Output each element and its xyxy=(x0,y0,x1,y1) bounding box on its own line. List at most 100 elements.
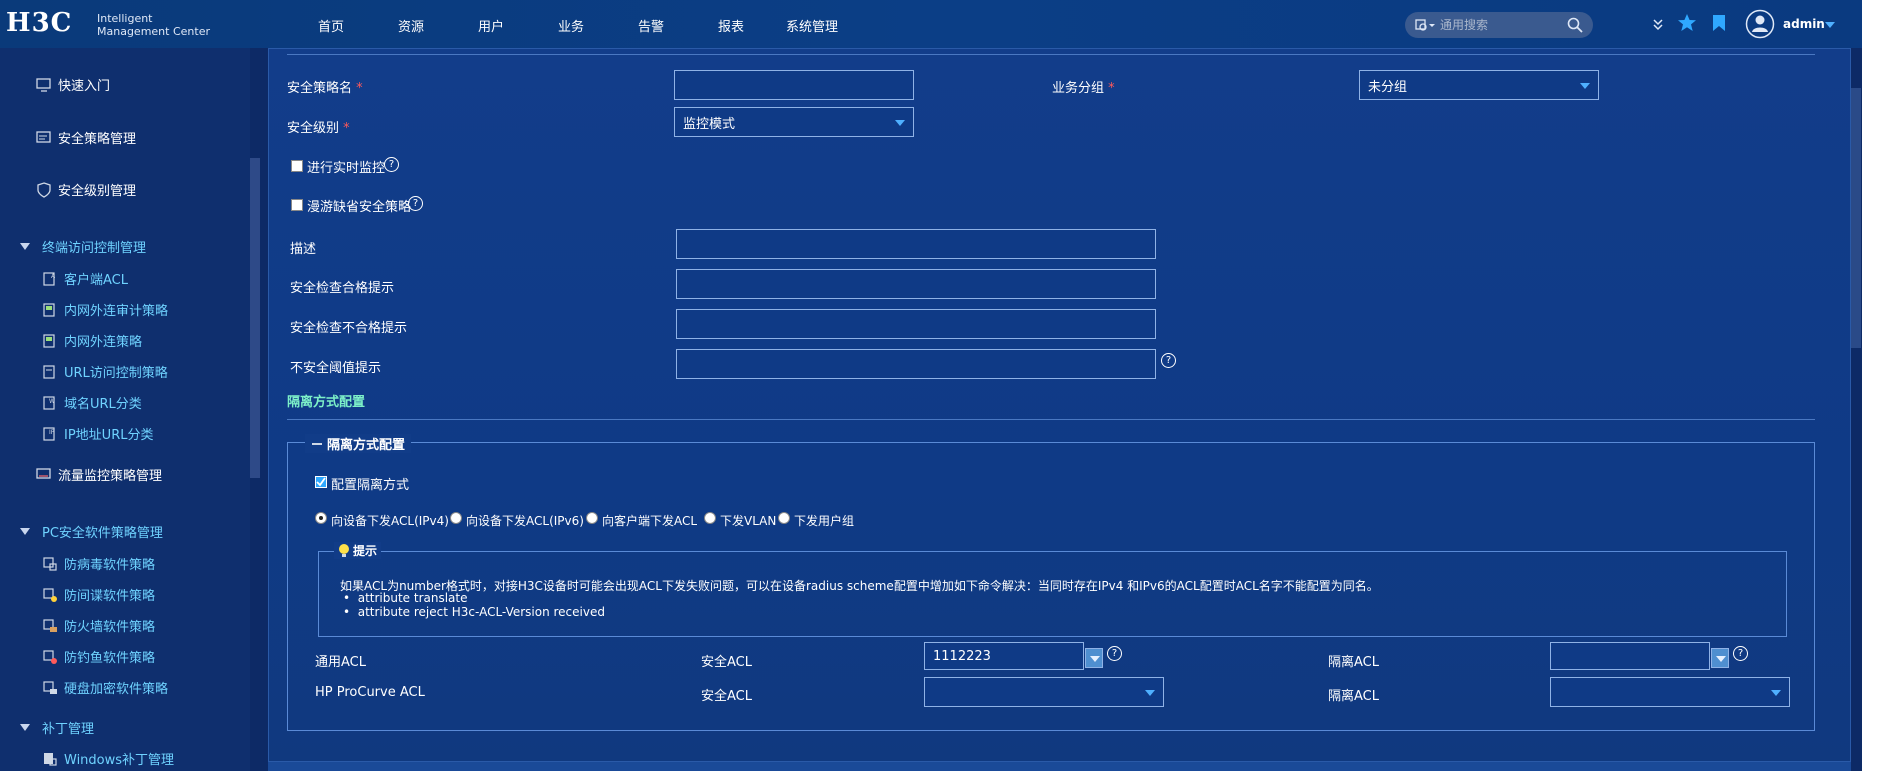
sidebar-item-label: 防火墙软件策略 xyxy=(64,620,156,635)
radio-client-acl[interactable] xyxy=(586,512,598,524)
collapse-down-icon[interactable] xyxy=(1652,18,1664,32)
sidebar-item-client-acl[interactable]: A 客户端ACL xyxy=(42,269,128,288)
required-mark: * xyxy=(1108,81,1115,96)
tip-title: 提示 xyxy=(353,544,378,558)
sidebar-section-pc[interactable]: PC安全软件策略管理 xyxy=(20,522,163,541)
level-select[interactable]: 监控模式 xyxy=(674,107,914,137)
fail-tip-input[interactable] xyxy=(676,309,1156,339)
user-menu-chevron-down-icon[interactable] xyxy=(1825,22,1835,29)
sidebar-item-domain-url[interactable]: W 域名URL分类 xyxy=(42,393,142,412)
threshold-input[interactable] xyxy=(676,349,1156,379)
level-label-text: 安全级别 xyxy=(287,121,340,136)
sidebar-item-quick-start[interactable]: 快速入门 xyxy=(36,75,110,94)
threshold-label: 不安全阈值提示 xyxy=(290,361,382,376)
favorite-star-icon[interactable] xyxy=(1677,13,1697,33)
tip-text: 如果ACL为number格式时，对接H3C设备时可能会出现ACL下发失败问题，可… xyxy=(340,579,1379,593)
avatar-icon[interactable] xyxy=(1745,9,1775,39)
level-label: 安全级别 * xyxy=(287,117,350,136)
user-name[interactable]: admin xyxy=(1783,17,1825,31)
group-select[interactable]: 未分组 xyxy=(1359,70,1599,100)
check-icon xyxy=(316,477,326,487)
help-icon[interactable]: ? xyxy=(1733,646,1748,661)
nav-home[interactable]: 首页 xyxy=(318,16,348,35)
sidebar-item-antivirus[interactable]: 防病毒软件策略 xyxy=(42,554,155,573)
sidebar-item-antiphishing[interactable]: 防钓鱼软件策略 xyxy=(42,647,155,666)
sidebar-section-label: 终端访问控制管理 xyxy=(42,241,147,256)
sidebar-item-intranet-policy[interactable]: 内网外连策略 xyxy=(42,331,142,350)
sidebar-item-ip-url[interactable]: IP IP地址URL分类 xyxy=(42,424,153,443)
search-box xyxy=(1405,12,1593,38)
help-icon[interactable]: ? xyxy=(384,157,399,172)
isolation-section-title: 隔离方式配置 xyxy=(287,395,366,410)
help-icon[interactable]: ? xyxy=(1161,353,1176,368)
nav-business[interactable]: 业务 xyxy=(558,16,588,35)
tip-bullet-text: attribute reject H3c-ACL-Version receive… xyxy=(357,605,605,619)
app-logo[interactable]: H3C xyxy=(6,8,72,38)
config-isolation-checkbox[interactable] xyxy=(315,476,327,488)
radio-user-group[interactable] xyxy=(778,512,790,524)
nav-reports[interactable]: 报表 xyxy=(718,16,748,35)
radio-acl-ipv4[interactable] xyxy=(315,512,327,524)
policy-name-input[interactable] xyxy=(674,70,914,100)
collapse-minus-icon[interactable] xyxy=(311,438,323,450)
sidebar-item-policy-mgmt[interactable]: 安全策略管理 xyxy=(36,128,136,147)
radio-acl-ipv6-label: 向设备下发ACL(IPv6) xyxy=(466,514,584,528)
secure-acl-dropdown-button[interactable] xyxy=(1085,648,1103,668)
dropdown-arrow-icon xyxy=(1580,83,1590,89)
app-subtitle: Intelligent Management Center xyxy=(97,12,210,38)
isolation-legend[interactable]: 隔离方式配置 xyxy=(305,434,412,453)
help-icon[interactable]: ? xyxy=(1107,646,1122,661)
hp-secure-acl-select[interactable] xyxy=(924,677,1164,707)
realtime-monitor-checkbox[interactable] xyxy=(291,160,303,172)
bookmark-icon[interactable] xyxy=(1712,14,1726,32)
sidebar-scrollbar[interactable] xyxy=(250,158,260,478)
desc-input[interactable] xyxy=(676,229,1156,259)
sidebar-item-label: IP地址URL分类 xyxy=(64,428,154,443)
sidebar-item-label: 流量监控策略管理 xyxy=(58,469,163,484)
generic-secure-acl-input[interactable]: 1112223 xyxy=(924,642,1084,670)
sidebar-item-traffic-mgmt[interactable]: 流量监控策略管理 xyxy=(36,465,162,484)
sidebar-item-level-mgmt[interactable]: 安全级别管理 xyxy=(36,180,136,199)
roaming-policy-checkbox[interactable] xyxy=(291,199,303,211)
nav-resources[interactable]: 资源 xyxy=(398,16,428,35)
ip-doc-icon: IP xyxy=(43,426,55,441)
desc-label: 描述 xyxy=(290,242,317,257)
tip-bullet: • attribute reject H3c-ACL-Version recei… xyxy=(343,605,605,619)
nav-system-mgmt[interactable]: 系统管理 xyxy=(786,16,846,35)
sidebar-item-label: 快速入门 xyxy=(58,79,111,94)
help-icon[interactable]: ? xyxy=(408,196,423,211)
radio-vlan-label: 下发VLAN xyxy=(720,514,777,528)
search-scope-icon[interactable] xyxy=(1415,18,1437,32)
isolate-acl-dropdown-button[interactable] xyxy=(1711,648,1729,668)
sidebar-section-terminal[interactable]: 终端访问控制管理 xyxy=(20,237,146,256)
sidebar-item-windows-patch[interactable]: Windows补丁管理 xyxy=(42,749,174,768)
hp-isolate-acl-select[interactable] xyxy=(1550,677,1790,707)
firewall-icon xyxy=(43,618,57,632)
main-scrollbar[interactable] xyxy=(1851,88,1861,348)
tip-legend: 提示 xyxy=(334,542,382,559)
radio-acl-ipv6[interactable] xyxy=(450,512,462,524)
sidebar-section-patch[interactable]: 补丁管理 xyxy=(20,718,94,737)
sidebar-item-disk-encryption[interactable]: 硬盘加密软件策略 xyxy=(42,678,168,697)
pass-tip-input[interactable] xyxy=(676,269,1156,299)
disk-encryption-icon xyxy=(43,680,57,694)
main-nav: 首页 资源 用户 业务 告警 报表 系统管理 xyxy=(318,16,846,35)
generic-isolate-acl-input[interactable] xyxy=(1550,642,1710,670)
radio-vlan[interactable] xyxy=(704,512,716,524)
nav-alarms[interactable]: 告警 xyxy=(638,16,668,35)
nav-users[interactable]: 用户 xyxy=(478,16,508,35)
sidebar-item-label: URL访问控制策略 xyxy=(64,366,168,381)
acl-doc-icon: A xyxy=(43,271,56,286)
sidebar-item-intranet-audit[interactable]: 内网外连审计策略 xyxy=(42,300,168,319)
isolation-legend-text: 隔离方式配置 xyxy=(327,438,406,453)
fail-tip-label: 安全检查不合格提示 xyxy=(290,321,408,336)
expand-triangle-icon xyxy=(20,243,30,250)
radio-client-acl-label: 向客户端下发ACL xyxy=(602,514,698,528)
search-icon[interactable] xyxy=(1567,17,1583,33)
sidebar-item-firewall[interactable]: 防火墙软件策略 xyxy=(42,616,155,635)
sidebar-item-url-control[interactable]: URL访问控制策略 xyxy=(42,362,168,381)
group-label: 业务分组 * xyxy=(1052,77,1115,96)
domain-doc-icon: W xyxy=(43,395,55,410)
sidebar-item-antispyware[interactable]: 防间谍软件策略 xyxy=(42,585,155,604)
search-input[interactable] xyxy=(1440,16,1560,34)
